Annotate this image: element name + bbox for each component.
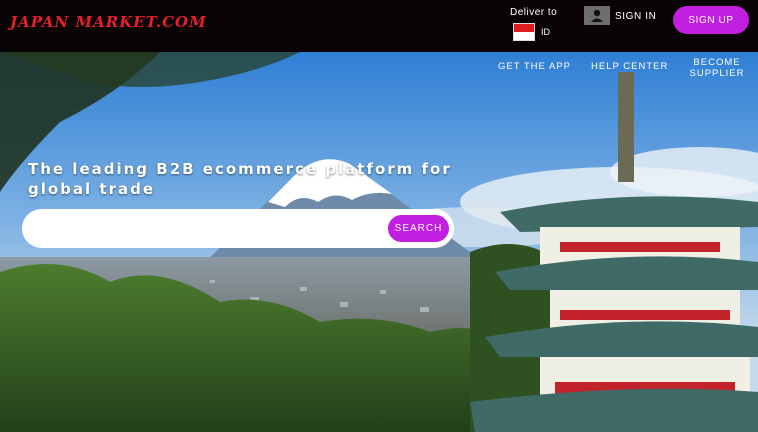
search-button[interactable]: SEARCH — [388, 215, 449, 242]
indonesia-flag-icon[interactable] — [513, 23, 535, 41]
sign-in-link[interactable]: SIGN IN — [615, 11, 656, 22]
search-input[interactable] — [40, 218, 390, 240]
hero-banner: GET THE APP HELP CENTER BECOME SUPPLIER … — [0, 52, 758, 432]
sign-up-button[interactable]: SIGN UP — [673, 6, 749, 34]
top-bar: JAPAN MARKET.COM Deliver to ID SIGN IN S… — [0, 0, 758, 52]
deliver-to-label: Deliver to — [510, 7, 558, 18]
get-the-app-link[interactable]: GET THE APP — [498, 61, 571, 72]
user-icon[interactable] — [584, 6, 610, 25]
become-supplier-link[interactable]: BECOME SUPPLIER — [686, 57, 748, 79]
hero-headline: The leading B2B ecommerce platform for g… — [28, 160, 452, 198]
search-bar: SEARCH — [22, 209, 454, 248]
help-center-link[interactable]: HELP CENTER — [591, 61, 668, 72]
country-code[interactable]: ID — [541, 27, 550, 37]
logo[interactable]: JAPAN MARKET.COM — [10, 13, 207, 31]
